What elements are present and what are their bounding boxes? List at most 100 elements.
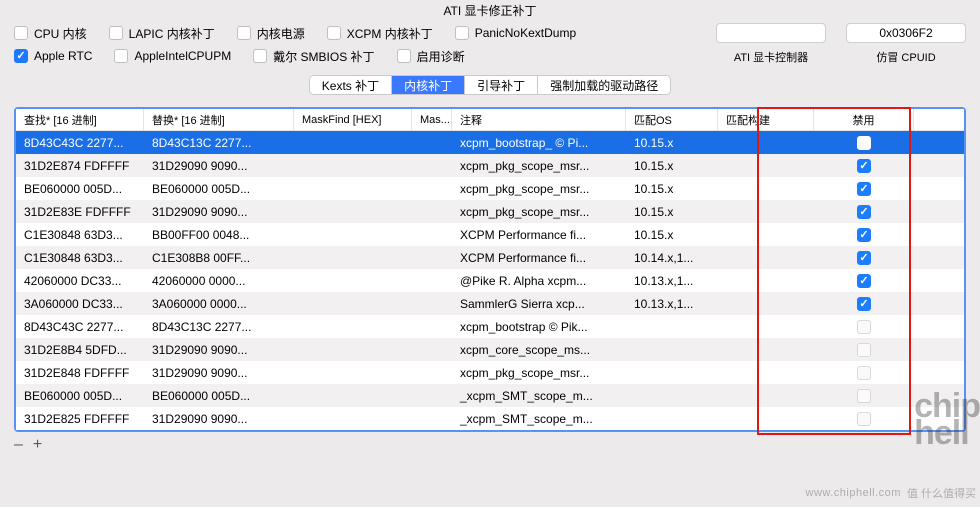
disabled-checkbox[interactable] bbox=[857, 136, 871, 150]
kernel-pm-checkbox[interactable] bbox=[237, 26, 251, 40]
cell-matchbuild bbox=[718, 200, 814, 223]
apple-intel-pm-label: AppleIntelCPUPM bbox=[134, 49, 231, 63]
th-replace[interactable]: 替换* [16 进制] bbox=[144, 109, 294, 130]
table-row[interactable]: 3A060000 DC33...3A060000 0000...SammlerG… bbox=[16, 292, 964, 315]
dell-smbios-label: 戴尔 SMBIOS 补丁 bbox=[273, 48, 374, 65]
th-maskreplace[interactable]: Mas... bbox=[412, 109, 452, 130]
table-row[interactable]: BE060000 005D...BE060000 005D...xcpm_pkg… bbox=[16, 177, 964, 200]
disabled-checkbox[interactable] bbox=[857, 182, 871, 196]
cell-maskreplace bbox=[412, 338, 452, 361]
table-row[interactable]: 42060000 DC33...42060000 0000...@Pike R.… bbox=[16, 269, 964, 292]
th-comment[interactable]: 注释 bbox=[452, 109, 626, 130]
th-matchos[interactable]: 匹配OS bbox=[626, 109, 718, 130]
cell-maskreplace bbox=[412, 407, 452, 430]
cell-replace: 42060000 0000... bbox=[144, 269, 294, 292]
tab-boot[interactable]: 引导补丁 bbox=[465, 76, 538, 94]
cpu-core-checkbox[interactable] bbox=[14, 26, 28, 40]
disabled-checkbox[interactable] bbox=[857, 205, 871, 219]
tab-kernel[interactable]: 内核补丁 bbox=[392, 76, 465, 94]
apple-intel-pm-checkbox[interactable] bbox=[114, 49, 128, 63]
table-row[interactable]: 31D2E874 FDFFFF31D29090 9090...xcpm_pkg_… bbox=[16, 154, 964, 177]
disabled-checkbox[interactable] bbox=[857, 343, 871, 357]
cell-maskfind bbox=[294, 407, 412, 430]
cell-maskfind bbox=[294, 154, 412, 177]
panic-nokext-label: PanicNoKextDump bbox=[475, 26, 576, 40]
cell-comment: xcpm_pkg_scope_msr... bbox=[452, 200, 626, 223]
cell-find: BE060000 005D... bbox=[16, 177, 144, 200]
cell-comment: xcpm_pkg_scope_msr... bbox=[452, 177, 626, 200]
cell-maskfind bbox=[294, 384, 412, 407]
table-row[interactable]: 31D2E83E FDFFFF31D29090 9090...xcpm_pkg_… bbox=[16, 200, 964, 223]
cell-matchos bbox=[626, 384, 718, 407]
cell-spacer bbox=[914, 407, 964, 430]
disabled-checkbox[interactable] bbox=[857, 228, 871, 242]
panic-nokext-checkbox[interactable] bbox=[455, 26, 469, 40]
disabled-checkbox[interactable] bbox=[857, 251, 871, 265]
cell-comment: _xcpm_SMT_scope_m... bbox=[452, 407, 626, 430]
apple-rtc-checkbox[interactable] bbox=[14, 49, 28, 63]
patch-table: 查找* [16 进制] 替换* [16 进制] MaskFind [HEX] M… bbox=[14, 107, 966, 432]
table-row[interactable]: BE060000 005D...BE060000 005D..._xcpm_SM… bbox=[16, 384, 964, 407]
table-row[interactable]: 31D2E848 FDFFFF31D29090 9090...xcpm_pkg_… bbox=[16, 361, 964, 384]
disabled-checkbox[interactable] bbox=[857, 274, 871, 288]
cell-maskfind bbox=[294, 338, 412, 361]
dell-smbios-checkbox[interactable] bbox=[253, 49, 267, 63]
cell-maskfind bbox=[294, 200, 412, 223]
disabled-checkbox[interactable] bbox=[857, 320, 871, 334]
checkbox-row-1: CPU 内核LAPIC 内核补丁内核电源XCPM 内核补丁PanicNoKext… bbox=[14, 23, 966, 43]
fake-cpuid-caption: 仿冒 CPUID bbox=[876, 49, 935, 65]
cell-matchos: 10.15.x bbox=[626, 177, 718, 200]
cell-replace: BE060000 005D... bbox=[144, 384, 294, 407]
table-row[interactable]: 31D2E8B4 5DFD...31D29090 9090...xcpm_cor… bbox=[16, 338, 964, 361]
cell-spacer bbox=[914, 292, 964, 315]
add-row-button[interactable]: + bbox=[33, 436, 42, 454]
cell-matchos: 10.15.x bbox=[626, 154, 718, 177]
fake-cpuid-input[interactable] bbox=[846, 23, 966, 43]
table-row[interactable]: 8D43C43C 2277...8D43C13C 2277...xcpm_boo… bbox=[16, 315, 964, 338]
cell-replace: C1E308B8 00FF... bbox=[144, 246, 294, 269]
cell-find: 31D2E83E FDFFFF bbox=[16, 200, 144, 223]
cpu-core-label: CPU 内核 bbox=[34, 25, 87, 42]
disabled-checkbox[interactable] bbox=[857, 412, 871, 426]
th-maskfind[interactable]: MaskFind [HEX] bbox=[294, 109, 412, 130]
cell-disabled bbox=[814, 292, 914, 315]
cell-maskreplace bbox=[412, 315, 452, 338]
disabled-checkbox[interactable] bbox=[857, 389, 871, 403]
cell-comment: xcpm_pkg_scope_msr... bbox=[452, 361, 626, 384]
cell-comment: xcpm_bootstrap © Pik... bbox=[452, 315, 626, 338]
cell-maskreplace bbox=[412, 246, 452, 269]
disabled-checkbox[interactable] bbox=[857, 297, 871, 311]
tab-kexts[interactable]: Kexts 补丁 bbox=[310, 76, 392, 94]
table-row[interactable]: C1E30848 63D3...C1E308B8 00FF...XCPM Per… bbox=[16, 246, 964, 269]
cell-matchbuild bbox=[718, 131, 814, 154]
smzdm-icon: 值 什么值得买 bbox=[907, 485, 976, 501]
cell-matchos: 10.14.x,1... bbox=[626, 246, 718, 269]
cell-find: 31D2E825 FDFFFF bbox=[16, 407, 144, 430]
remove-row-button[interactable]: – bbox=[14, 436, 23, 454]
ati-controller-input[interactable] bbox=[716, 23, 826, 43]
ati-controller-caption: ATI 显卡控制器 bbox=[734, 49, 808, 65]
cell-replace: 3A060000 0000... bbox=[144, 292, 294, 315]
cell-disabled bbox=[814, 315, 914, 338]
cell-disabled bbox=[814, 177, 914, 200]
xcpm-checkbox[interactable] bbox=[327, 26, 341, 40]
disabled-checkbox[interactable] bbox=[857, 366, 871, 380]
enable-diag-checkbox[interactable] bbox=[397, 49, 411, 63]
th-disabled[interactable]: 禁用 bbox=[814, 109, 914, 130]
table-row[interactable]: 8D43C43C 2277...8D43C13C 2277...xcpm_boo… bbox=[16, 131, 964, 154]
cell-maskfind bbox=[294, 131, 412, 154]
cell-replace: 8D43C13C 2277... bbox=[144, 131, 294, 154]
tab-forced[interactable]: 强制加载的驱动路径 bbox=[538, 76, 670, 94]
th-matchbuild[interactable]: 匹配构建 bbox=[718, 109, 814, 130]
table-row[interactable]: 31D2E825 FDFFFF31D29090 9090..._xcpm_SMT… bbox=[16, 407, 964, 430]
table-row[interactable]: C1E30848 63D3...BB00FF00 0048...XCPM Per… bbox=[16, 223, 964, 246]
th-find[interactable]: 查找* [16 进制] bbox=[16, 109, 144, 130]
disabled-checkbox[interactable] bbox=[857, 159, 871, 173]
cell-maskreplace bbox=[412, 154, 452, 177]
cell-comment: xcpm_pkg_scope_msr... bbox=[452, 154, 626, 177]
cell-disabled bbox=[814, 384, 914, 407]
cell-maskreplace bbox=[412, 200, 452, 223]
cell-spacer bbox=[914, 131, 964, 154]
lapic-checkbox[interactable] bbox=[109, 26, 123, 40]
cell-maskreplace bbox=[412, 292, 452, 315]
